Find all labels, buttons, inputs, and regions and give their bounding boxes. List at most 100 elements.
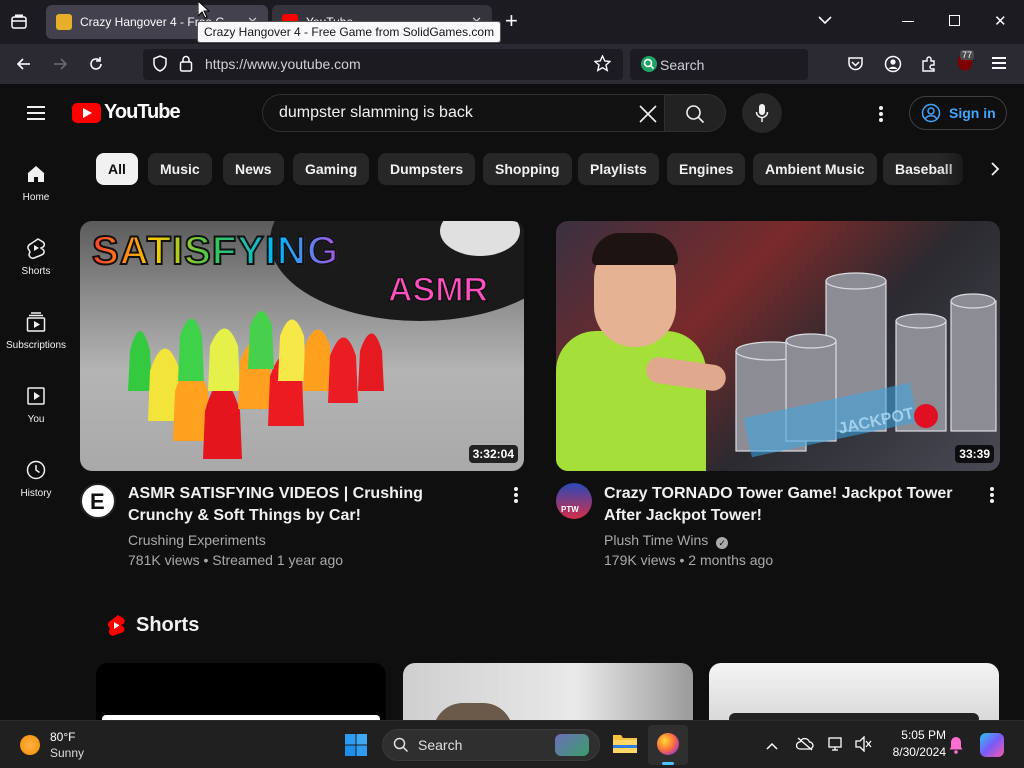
short-thumbnail[interactable] [403,663,693,723]
thumbnail-text-asmr: ASMR [387,270,489,310]
copilot-icon[interactable] [980,733,1004,757]
clock[interactable]: 5:05 PM 8/30/2024 [880,728,946,759]
extensions-puzzle-icon[interactable] [920,55,938,78]
taskbar-search-box[interactable]: Search [382,729,600,761]
video-duration: 33:39 [955,445,994,463]
clock-time: 5:05 PM [901,728,946,742]
subscriptions-icon [26,312,46,332]
guide-label: You [27,414,45,425]
jelly-candies-illustration [128,311,384,459]
guide-label: Subscriptions [5,340,67,351]
video-more-actions-icon[interactable] [514,487,518,505]
video-meta: 781K views • Streamed 1 year ago [128,552,344,568]
windows-start-icon[interactable] [344,733,368,757]
search-highlight-icon [555,734,589,756]
extension-ublock-icon[interactable]: 77 [956,50,976,75]
avatar-letter: E [90,489,105,514]
sign-in-label: Sign in [949,105,996,121]
chip-shopping[interactable]: Shopping [483,153,572,185]
guide-item-you[interactable]: You [0,385,72,459]
forward-button[interactable] [48,52,72,76]
chip-music[interactable]: Music [148,153,212,185]
channel-avatar[interactable]: E [80,483,116,519]
close-window-icon[interactable]: ✕ [994,12,1007,30]
url-bar[interactable]: https://www.youtube.com [143,49,623,80]
chip-ambient-music[interactable]: Ambient Music [753,153,877,185]
avatar-letter: PTW [561,505,579,514]
notification-bell-icon[interactable] [949,736,963,759]
solidgames-favicon-icon [56,14,72,30]
sign-in-button[interactable]: Sign in [909,96,1007,130]
firefox-taskbar-icon[interactable] [648,725,688,765]
voice-search-button[interactable] [742,93,782,133]
network-icon[interactable] [828,736,846,757]
shorts-section-title: Shorts [136,614,200,636]
microphone-icon [755,103,769,128]
video-title[interactable]: Crazy TORNADO Tower Game! Jackpot Tower … [604,483,984,527]
user-circle-icon [921,103,941,126]
youtube-search-button[interactable] [664,94,726,132]
reload-button[interactable] [84,52,108,76]
pocket-icon[interactable] [847,56,864,77]
youtube-search-input[interactable]: dumpster slamming is back [262,94,665,132]
channel-avatar[interactable]: PTW [556,483,592,519]
lock-icon[interactable] [179,55,193,76]
weather-desc: Sunny [50,746,85,760]
guide-item-history[interactable]: History [0,459,72,533]
channel-name[interactable]: Plush Time Wins ✓ [604,532,729,549]
browser-search-box[interactable]: Search [630,49,808,80]
file-explorer-icon[interactable] [612,732,638,759]
clear-search-icon[interactable] [639,105,657,128]
list-all-tabs-chevron-icon[interactable] [817,12,833,28]
video-thumbnail[interactable]: SATISFYING ASMR 3:32:04 [80,221,524,471]
active-app-indicator [662,762,674,765]
chip-playlists[interactable]: Playlists [578,153,659,185]
guide-item-shorts[interactable]: Shorts [0,237,72,311]
tab-list-icon[interactable] [10,13,28,31]
video-more-actions-icon[interactable] [990,487,994,505]
home-icon [28,166,44,182]
chips-next-chevron-icon[interactable] [988,161,1002,182]
chip-gaming[interactable]: Gaming [293,153,370,185]
search-query-text: dumpster slamming is back [279,104,473,121]
short-thumbnail[interactable] [709,663,999,723]
settings-more-icon[interactable] [879,106,883,124]
chip-engines[interactable]: Engines [667,153,746,185]
thumbnail-text-satisfying: SATISFYING [91,228,340,274]
guide-label: History [20,488,52,499]
video-thumbnail[interactable]: JACKPOT 33:39 [556,221,1000,471]
minimize-window-icon[interactable] [902,21,914,22]
youtube-logo-text: YouTube [104,101,181,123]
restore-window-icon[interactable] [949,15,960,26]
clock-date: 8/30/2024 [892,745,946,759]
url-text[interactable]: https://www.youtube.com [205,56,361,72]
youtube-play-logo-icon [72,103,101,123]
onedrive-offline-icon[interactable] [795,737,814,756]
guide-menu-hamburger-icon[interactable] [27,102,45,124]
account-icon[interactable] [884,55,902,78]
bookmark-star-icon[interactable] [593,54,612,76]
chip-news[interactable]: News [223,153,284,185]
person-hair-shape [592,233,678,265]
back-button[interactable] [12,52,36,76]
chip-all[interactable]: All [96,153,138,185]
app-menu-hamburger-icon[interactable] [992,57,1006,69]
new-tab-button[interactable]: + [505,9,525,33]
history-icon [26,460,46,480]
weather-widget[interactable]: 80°F Sunny [16,729,106,761]
show-hidden-icons-chevron-icon[interactable] [766,738,778,756]
guide-item-home[interactable]: Home [0,163,72,237]
chip-dumpsters[interactable]: Dumpsters [378,153,476,185]
video-title[interactable]: ASMR SATISFYING VIDEOS | Crushing Crunch… [128,483,488,527]
volume-muted-icon[interactable] [855,735,873,757]
short-thumbnail[interactable] [96,663,386,723]
guide-item-subscriptions[interactable]: Subscriptions [0,311,72,385]
tracking-protection-shield-icon[interactable] [152,55,168,76]
firefox-icon [657,733,679,755]
verified-check-icon: ✓ [716,537,729,549]
browser-tab-bar: Crazy Hangover 4 - Free G ✕ YouTube ✕ + … [0,0,1024,44]
channel-name[interactable]: Crushing Experiments [128,532,266,548]
search-placeholder: Search [660,57,705,73]
guide-label: Shorts [21,266,51,277]
chips-fade [940,153,1024,185]
